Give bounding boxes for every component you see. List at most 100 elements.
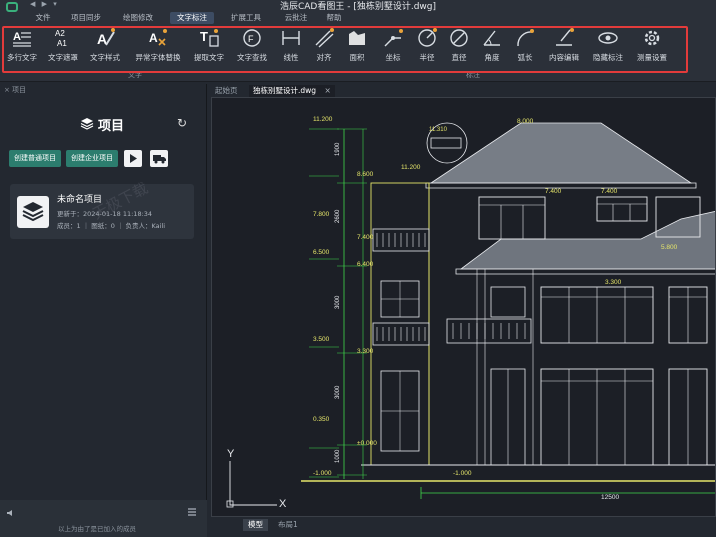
close-icon[interactable]: × — [4, 84, 10, 96]
svg-text:A2: A2 — [55, 29, 65, 38]
tool-diameter[interactable]: 直径 — [446, 27, 472, 67]
play-icon — [130, 154, 137, 163]
tab-model[interactable]: 模型 — [243, 519, 268, 531]
elevation-label: 3.500 — [313, 336, 330, 343]
tool-text-style[interactable]: A 文字样式 — [86, 27, 124, 67]
tool-hide-dimension[interactable]: 隐藏标注 — [588, 27, 628, 67]
tab-layout1[interactable]: 布局1 — [273, 519, 303, 531]
truck-button[interactable] — [150, 150, 168, 167]
elevation-label: ±0.000 — [357, 440, 377, 447]
dimension-label: 2600 — [335, 209, 341, 223]
tool-linear-dim[interactable]: 线性 — [279, 27, 303, 67]
dimension-label: 3000 — [335, 295, 341, 309]
gear-icon — [644, 30, 660, 46]
tab-start-page[interactable]: 起始页 — [211, 85, 242, 97]
tool-edit-dimension[interactable]: 内容编辑 — [544, 27, 584, 67]
tool-text-mask[interactable]: A2 A1 文字遮罩 — [44, 27, 82, 67]
truck-icon — [153, 155, 166, 164]
window-title: 浩辰CAD看图王 - [独栋别墅设计.dwg] — [279, 2, 436, 12]
tool-measure-settings[interactable]: 测量设置 — [632, 27, 672, 67]
tool-extract-text[interactable]: T 提取文字 — [189, 27, 229, 67]
elevation-label: 6.500 — [313, 249, 330, 256]
elevation-label: 7.400 — [601, 188, 618, 195]
tool-arc-length[interactable]: 弧长 — [512, 27, 538, 67]
menu-draw-modify[interactable]: 绘图修改 — [118, 12, 158, 24]
text-group-label: 文字 — [128, 71, 142, 79]
hide-dimension-icon — [598, 32, 618, 44]
aligned-dim-icon — [315, 28, 334, 48]
elevation-label: 11.200 — [313, 116, 333, 123]
tool-radius[interactable]: 半径 — [414, 27, 440, 67]
extract-text-icon: T — [200, 29, 219, 47]
layers-icon — [22, 202, 44, 222]
tool-aligned-dim[interactable]: 对齐 — [311, 27, 337, 67]
dimension-group-label: 标注 — [466, 71, 480, 79]
create-project-button[interactable]: 创建普通项目 — [9, 150, 61, 167]
menu-text-dimension[interactable]: 文字标注 — [170, 12, 214, 24]
app-window: ◀ ▶ ▾ 浩辰CAD看图王 - [独栋别墅设计.dwg] 文件 项目同步 绘图… — [0, 0, 716, 537]
svg-text:A: A — [13, 31, 21, 43]
elevation-label: 6.400 — [357, 261, 374, 268]
refresh-icon[interactable]: ↻ — [177, 116, 191, 130]
elevation-label: 8.000 — [517, 118, 534, 125]
tool-angle[interactable]: 角度 — [479, 27, 505, 67]
find-text-icon: F — [243, 29, 261, 47]
elevation-label: 3.300 — [605, 279, 622, 286]
tool-area[interactable]: 面积 — [344, 27, 370, 67]
elevation-label: 0.350 — [313, 416, 330, 423]
tool-coordinate[interactable]: 坐标 — [378, 27, 408, 67]
drawing-canvas[interactable]: 11.200 8.600 7.800 7.400 6.500 6.400 3.500 3.30… — [211, 97, 716, 517]
menu-file[interactable]: 文件 — [32, 12, 54, 24]
elevation-label: 7.400 — [357, 234, 374, 241]
elevation-labels-left: 11.200 8.600 7.800 7.400 6.500 6.400 3.500 3.30… — [313, 116, 377, 477]
tool-multiline-text[interactable]: A 多行文字 — [3, 27, 41, 67]
chat-box[interactable]: 以上为由了是已加入的成员 — [0, 500, 207, 537]
svg-text:A1: A1 — [57, 39, 67, 48]
vertical-dimensions: 1900 2600 3000 3000 1000 — [335, 142, 341, 463]
elevation-label: 8.600 — [357, 171, 374, 178]
linear-dim-icon — [282, 31, 300, 45]
multiline-text-icon: A — [13, 31, 31, 47]
elevation-label: 11.200 — [401, 164, 421, 171]
radius-icon — [418, 28, 437, 47]
svg-text:T: T — [200, 29, 208, 44]
chat-placeholder: 以上为由了是已加入的成员 — [58, 525, 136, 533]
panel-header: × 项目 — [4, 84, 26, 96]
elevation-label: -1.000 — [453, 470, 472, 477]
dimension-label: 1000 — [335, 449, 341, 463]
area-icon — [349, 31, 365, 45]
dimension-label: 1900 — [335, 142, 341, 156]
drawing-geometry — [226, 122, 715, 508]
ucs-y-label: Y — [227, 448, 235, 460]
menu-help[interactable]: 帮助 — [322, 12, 346, 24]
title-bar: ◀ ▶ ▾ 浩辰CAD看图王 - [独栋别墅设计.dwg] — [0, 0, 716, 12]
top-elevation-mark: 11.310 — [429, 127, 448, 133]
elevation-label: 3.300 — [357, 348, 374, 355]
project-avatar — [17, 196, 49, 228]
elevation-label: 7.800 — [313, 211, 330, 218]
elevation-label: 7.400 — [545, 188, 562, 195]
edit-dimension-icon — [556, 28, 574, 46]
elevation-label: -1.000 — [313, 470, 332, 477]
layout-tabs: 模型 布局1 — [211, 517, 716, 537]
tool-font-replace[interactable]: A 异常字体替换 — [129, 27, 187, 67]
elevation-drawing: 11.200 8.600 7.800 7.400 6.500 6.400 3.500 3.30… — [226, 116, 715, 510]
coordinate-icon — [384, 29, 403, 47]
play-button[interactable] — [124, 150, 142, 167]
menu-project-sync[interactable]: 项目同步 — [66, 12, 106, 24]
create-company-project-button[interactable]: 创建企业项目 — [66, 150, 118, 167]
menu-cloud-annotation[interactable]: 云批注 — [280, 12, 312, 24]
project-panel: × 项目 项目 ↻ 创建普通项目 创建企业项目 未命名项目 更新于：2024-0… — [0, 84, 207, 537]
tab-drawing[interactable]: 独栋别墅设计.dwg × — [249, 85, 335, 97]
document-tabs: 起始页 独栋别墅设计.dwg × — [211, 84, 716, 97]
menu-extension-tools[interactable]: 扩展工具 — [226, 12, 266, 24]
tool-find-text[interactable]: F 文字查找 — [232, 27, 272, 67]
diameter-icon — [450, 29, 468, 47]
close-tab-icon[interactable]: × — [324, 86, 330, 95]
text-mask-icon: A2A1 — [55, 29, 67, 48]
dimension-label: 3000 — [335, 385, 341, 399]
list-icon[interactable] — [187, 507, 197, 517]
arc-length-icon — [517, 29, 534, 47]
speaker-icon[interactable] — [6, 508, 16, 518]
panel-title: 项目 — [98, 119, 125, 134]
